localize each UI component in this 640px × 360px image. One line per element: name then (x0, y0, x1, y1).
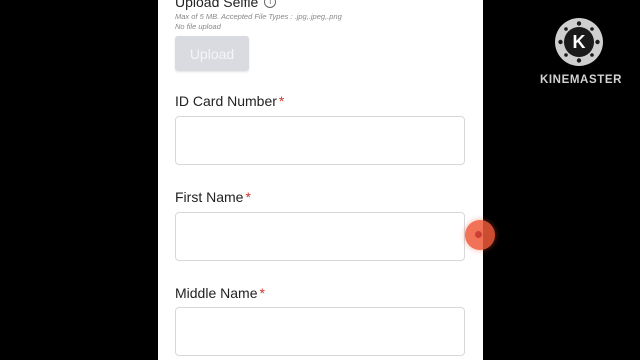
upload-selfie-heading: Upload Selfie i (175, 0, 277, 10)
touch-indicator (465, 220, 495, 250)
id-card-number-label-text: ID Card Number (175, 93, 277, 109)
kinemaster-text: KINEMASTER (539, 74, 623, 86)
middle-name-label-text: Middle Name (175, 285, 258, 301)
file-type-hint: Max of 5 MB. Accepted File Types : .jpg,… (175, 12, 342, 21)
first-name-label-text: First Name (175, 189, 244, 205)
mobile-form-screen: Upload Selfie i Max of 5 MB. Accepted Fi… (158, 0, 483, 360)
first-name-input[interactable] (175, 212, 465, 261)
id-card-number-label: ID Card Number * (175, 93, 284, 109)
file-status-hint: No file upload (175, 22, 221, 31)
middle-name-input[interactable] (175, 307, 465, 356)
touch-indicator-core (475, 231, 482, 238)
middle-name-label: Middle Name * (175, 285, 265, 301)
required-asterisk: * (278, 93, 285, 109)
first-name-label: First Name * (175, 189, 251, 205)
required-asterisk: * (259, 285, 265, 301)
kinemaster-logo-icon: K (555, 18, 603, 66)
required-asterisk: * (245, 189, 251, 205)
id-card-number-input[interactable] (175, 116, 465, 165)
info-icon[interactable]: i (264, 0, 277, 8)
kinemaster-watermark: K KINEMASTER (536, 18, 626, 90)
kinemaster-logo-glyph: K (558, 21, 600, 63)
screen-recording-frame: Upload Selfie i Max of 5 MB. Accepted Fi… (0, 0, 640, 360)
upload-button[interactable]: Upload (175, 36, 249, 71)
logo-letter: K (573, 32, 586, 52)
upload-selfie-title: Upload Selfie (175, 0, 259, 10)
